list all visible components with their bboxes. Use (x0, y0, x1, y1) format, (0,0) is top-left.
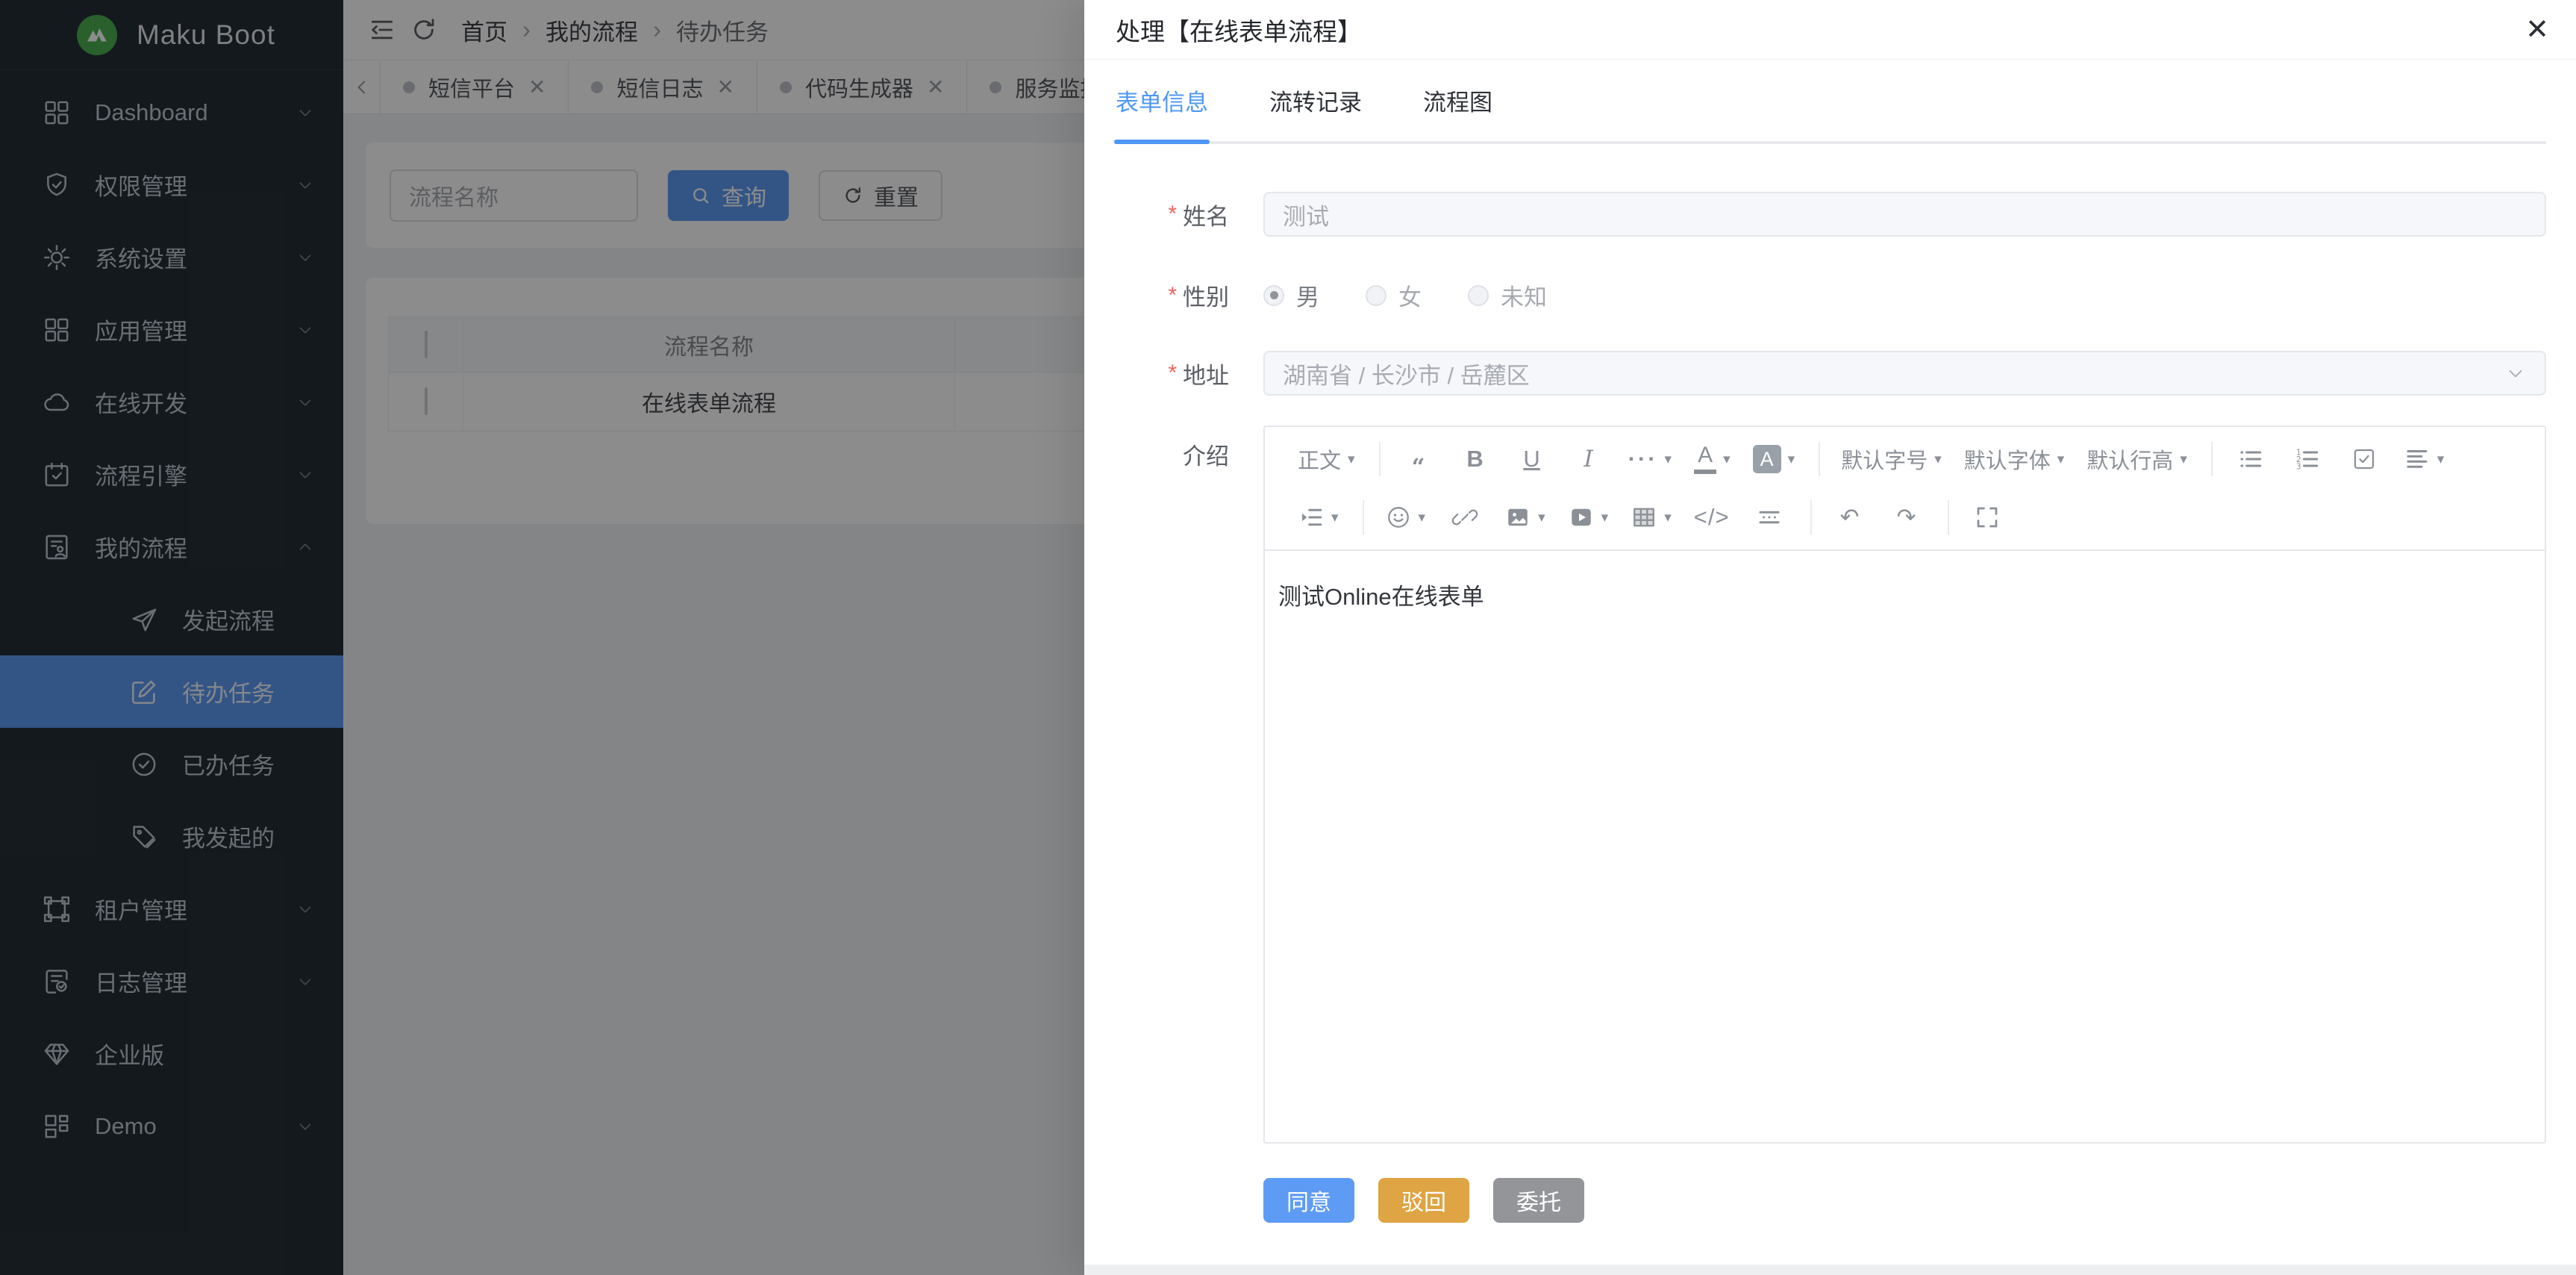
caret-down-icon: ▾ (2180, 451, 2187, 468)
drawer-close-icon[interactable]: ✕ (2525, 16, 2549, 44)
intro-label: 介绍 (1114, 425, 1263, 471)
toolbar-divider (2211, 442, 2213, 476)
form-row-gender: * 性别 男 女 未知 (1114, 278, 2546, 312)
svg-text:3: 3 (2296, 462, 2301, 471)
caret-down-icon: ▾ (2057, 451, 2065, 468)
gender-label: * 性别 (1114, 278, 1263, 312)
toolbar-divider (1363, 500, 1364, 534)
bullet-list-icon[interactable] (2233, 438, 2268, 480)
reject-button[interactable]: 驳回 (1378, 1178, 1469, 1223)
name-label: * 姓名 (1114, 198, 1263, 231)
chevron-down-icon (2504, 362, 2527, 384)
caret-down-icon: ▾ (1601, 509, 1609, 526)
tab-flow-record[interactable]: 流转记录 (1268, 84, 1363, 141)
app-root: Maku Boot Dashboard 权限管理 系统设置 应用管理 (0, 0, 2576, 1275)
code-icon[interactable]: </> (1694, 496, 1730, 538)
caret-down-icon: ▾ (1331, 509, 1339, 526)
table-dropdown[interactable]: ▾ (1631, 496, 1672, 538)
redo-icon[interactable]: ↷ (1889, 496, 1924, 538)
caret-down-icon: ▾ (1934, 451, 1942, 468)
image-dropdown[interactable]: ▾ (1504, 496, 1545, 538)
radio-circle-icon (1468, 285, 1489, 306)
form-row-intro: 介绍 正文▾ “ B U I ···▾ A▾ A▾ (1114, 425, 2546, 1144)
color-bar (1694, 470, 1716, 474)
toolbar-divider (1379, 442, 1381, 476)
required-asterisk: * (1168, 283, 1177, 308)
video-dropdown[interactable]: ▾ (1568, 496, 1609, 538)
blockquote-icon[interactable]: “ (1401, 438, 1436, 480)
indent-dropdown[interactable]: ▾ (1298, 496, 1339, 538)
tab-flow-diagram[interactable]: 流程图 (1422, 84, 1494, 141)
caret-down-icon: ▾ (1788, 451, 1795, 468)
caret-down-icon: ▾ (1538, 509, 1545, 526)
editor-toolbar: 正文▾ “ B U I ···▾ A▾ A▾ 默认字号▾ 默认字体▾ (1265, 427, 2545, 551)
bold-icon[interactable]: B (1458, 438, 1492, 480)
background-color-dropdown[interactable]: A▾ (1753, 438, 1795, 480)
address-value: 湖南省 / 长沙市 / 岳麓区 (1283, 357, 1530, 390)
caret-down-icon: ▾ (2437, 451, 2445, 468)
paragraph-style-dropdown[interactable]: 正文▾ (1298, 438, 1355, 480)
font-size-dropdown[interactable]: 默认字号▾ (1841, 438, 1942, 480)
caret-down-icon: ▾ (1419, 509, 1426, 526)
undo-icon[interactable]: ↶ (1833, 496, 1867, 538)
task-list-icon[interactable] (2347, 438, 2381, 480)
fullscreen-icon[interactable] (1970, 496, 2004, 538)
font-color-dropdown[interactable]: A▾ (1694, 438, 1731, 480)
form-row-address: * 地址 湖南省 / 长沙市 / 岳麓区 (1114, 351, 2546, 396)
required-asterisk: * (1168, 361, 1177, 386)
name-input[interactable]: 测试 (1263, 192, 2546, 237)
drawer-actions: 同意 驳回 委托 (1114, 1178, 2546, 1223)
emoji-dropdown[interactable]: ▾ (1385, 496, 1426, 538)
underline-icon[interactable]: U (1515, 438, 1549, 480)
align-dropdown[interactable]: ▾ (2404, 438, 2445, 480)
radio-male[interactable]: 男 (1263, 278, 1319, 312)
font-family-dropdown[interactable]: 默认字体▾ (1964, 438, 2065, 480)
drawer-header: 处理【在线表单流程】 ✕ (1084, 0, 2576, 60)
more-styles-dropdown[interactable]: ···▾ (1628, 438, 1672, 480)
gender-radio-group: 男 女 未知 (1263, 278, 2546, 312)
drawer-bottom-strip (1084, 1265, 2576, 1275)
caret-down-icon: ▾ (1664, 509, 1672, 526)
caret-down-icon: ▾ (1723, 451, 1731, 468)
delegate-button[interactable]: 委托 (1493, 1178, 1584, 1223)
caret-down-icon: ▾ (1665, 451, 1672, 468)
form-row-name: * 姓名 测试 (1114, 192, 2546, 237)
ordered-list-icon[interactable]: 123 (2290, 438, 2325, 480)
task-drawer: 处理【在线表单流程】 ✕ 表单信息 流转记录 流程图 * 姓名 测试 (1084, 0, 2576, 1275)
rich-text-editor: 正文▾ “ B U I ···▾ A▾ A▾ 默认字号▾ 默认字体▾ (1263, 425, 2546, 1144)
drawer-body: 表单信息 流转记录 流程图 * 姓名 测试 * (1084, 84, 2576, 1223)
editor-content[interactable]: 测试Online在线表单 (1265, 551, 2545, 1142)
line-height-dropdown[interactable]: 默认行高▾ (2086, 438, 2187, 480)
required-asterisk: * (1168, 202, 1177, 227)
radio-female[interactable]: 女 (1366, 278, 1422, 312)
address-label: * 地址 (1114, 357, 1263, 390)
tab-form-info[interactable]: 表单信息 (1114, 84, 1210, 141)
drawer-title: 处理【在线表单流程】 (1116, 12, 1362, 48)
toolbar-divider (1810, 500, 1812, 534)
radio-circle-icon (1366, 285, 1387, 306)
radio-circle-icon (1263, 285, 1284, 306)
toolbar-row-1: 正文▾ “ B U I ···▾ A▾ A▾ 默认字号▾ 默认字体▾ (1298, 430, 2545, 488)
toolbar-divider (1948, 500, 1949, 534)
divider-rule-icon[interactable] (1752, 496, 1786, 538)
name-value: 测试 (1283, 198, 1329, 231)
radio-unknown[interactable]: 未知 (1468, 278, 1547, 312)
drawer-tabs: 表单信息 流转记录 流程图 (1114, 84, 2546, 144)
approve-button[interactable]: 同意 (1263, 1178, 1354, 1223)
address-select[interactable]: 湖南省 / 长沙市 / 岳麓区 (1263, 351, 2546, 396)
caret-down-icon: ▾ (1348, 451, 1355, 468)
link-icon[interactable] (1448, 496, 1482, 538)
toolbar-row-2: ▾ ▾ ▾ ▾ ▾ </> ↶ ↷ (1298, 488, 2545, 546)
italic-icon[interactable]: I (1572, 438, 1606, 480)
toolbar-divider (1819, 442, 1820, 476)
